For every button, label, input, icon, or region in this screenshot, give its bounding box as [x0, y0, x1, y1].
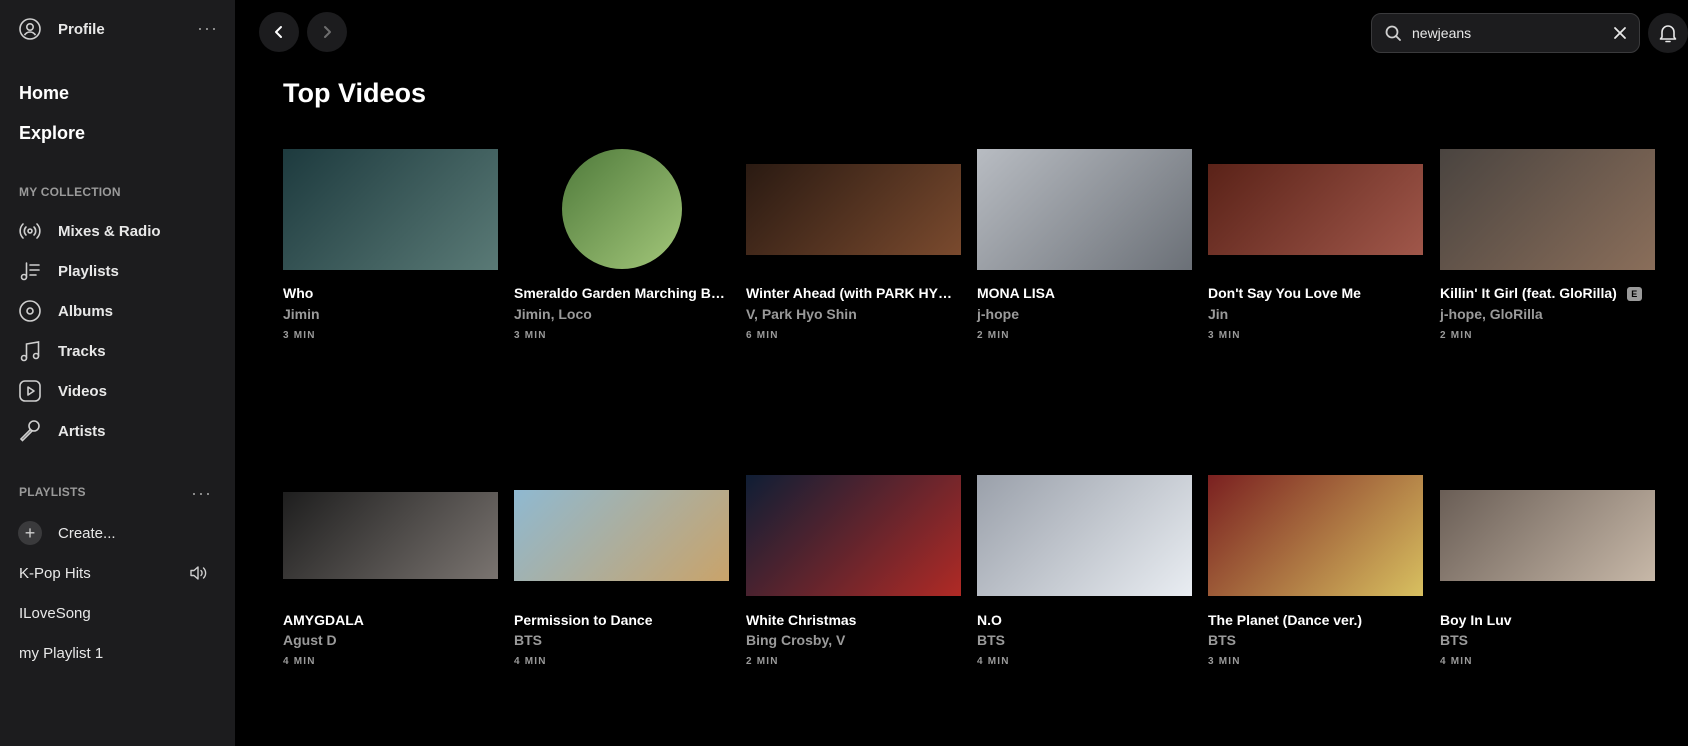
video-artist[interactable]: BTS — [1208, 632, 1236, 648]
explicit-badge: E — [1626, 287, 1642, 301]
video-thumbnail[interactable] — [746, 475, 961, 596]
video-artist[interactable]: Bing Crosby, V — [746, 632, 845, 648]
video-title-text: Killin' It Girl (feat. GloRilla) — [1440, 285, 1617, 301]
video-title[interactable]: White Christmas — [746, 612, 961, 628]
playlist-item[interactable]: my Playlist 1 — [19, 645, 103, 662]
video-artist[interactable]: BTS — [977, 632, 1005, 648]
video-title[interactable]: Who — [283, 285, 498, 301]
playlist-icon — [18, 259, 42, 283]
video-thumbnail[interactable] — [1208, 475, 1423, 596]
nav-explore[interactable]: Explore — [19, 123, 85, 144]
video-artist[interactable]: j-hope — [977, 306, 1019, 322]
video-artist[interactable]: BTS — [1440, 632, 1468, 648]
video-title[interactable]: The Planet (Dance ver.) — [1208, 612, 1423, 628]
video-duration: 6 MIN — [746, 330, 779, 341]
sidebar-item-label: Mixes & Radio — [58, 222, 161, 240]
video-duration: 4 MIN — [283, 656, 316, 667]
video-title[interactable]: Boy In Luv — [1440, 612, 1655, 628]
video-artist[interactable]: Jin — [1208, 306, 1228, 322]
sidebar-item-mixes-radio[interactable]: Mixes & Radio — [18, 217, 218, 245]
create-playlist-label: Create... — [58, 524, 116, 542]
video-artist[interactable]: Jimin, Loco — [514, 306, 592, 322]
sidebar-item-label: Albums — [58, 302, 114, 320]
page-title: Top Videos — [283, 78, 427, 108]
close-icon[interactable] — [1613, 26, 1627, 40]
bell-icon — [1659, 25, 1677, 43]
video-thumbnail[interactable] — [283, 492, 498, 579]
search-icon — [1385, 25, 1401, 41]
video-artist[interactable]: BTS — [514, 632, 542, 648]
speaker-icon — [190, 565, 208, 581]
chevron-left-icon — [275, 26, 282, 38]
video-duration: 4 MIN — [977, 656, 1010, 667]
user-icon — [18, 17, 42, 41]
video-duration: 3 MIN — [1208, 656, 1241, 667]
chevron-right-icon — [324, 26, 331, 38]
sidebar-item-videos[interactable]: Videos — [18, 377, 218, 405]
playlist-item[interactable]: K-Pop Hits — [19, 565, 91, 582]
playlists-heading: PLAYLISTS — [19, 485, 86, 499]
sidebar-item-tracks[interactable]: Tracks — [18, 337, 218, 365]
video-thumbnail[interactable] — [1208, 164, 1423, 255]
playlists-more-icon[interactable]: ··· — [191, 484, 212, 502]
video-artist[interactable]: Jimin — [283, 306, 320, 322]
search-box[interactable] — [1371, 13, 1640, 53]
video-title[interactable]: Permission to Dance — [514, 612, 729, 628]
video-title[interactable]: MONA LISA — [977, 285, 1192, 301]
profile-more-icon[interactable]: ··· — [197, 19, 218, 37]
sidebar: Profile ··· Home Explore MY COLLECTION M… — [0, 0, 235, 746]
video-duration: 3 MIN — [1208, 330, 1241, 341]
video-duration: 2 MIN — [977, 330, 1010, 341]
video-title[interactable]: AMYGDALA — [283, 612, 498, 628]
sidebar-item-artists[interactable]: Artists — [18, 417, 218, 445]
video-artist[interactable]: V, Park Hyo Shin — [746, 306, 857, 322]
video-artist[interactable]: Agust D — [283, 632, 337, 648]
album-icon — [18, 299, 42, 323]
plus-icon: + — [18, 521, 42, 545]
nav-home[interactable]: Home — [19, 83, 69, 104]
video-duration: 3 MIN — [283, 330, 316, 341]
video-duration: 4 MIN — [514, 656, 547, 667]
video-title[interactable]: N.O — [977, 612, 1192, 628]
search-input[interactable] — [1412, 25, 1602, 41]
video-thumbnail[interactable] — [283, 149, 498, 270]
sidebar-item-albums[interactable]: Albums — [18, 297, 218, 325]
notifications-button[interactable] — [1648, 13, 1688, 53]
music-note-icon — [18, 339, 42, 363]
create-playlist-button[interactable]: + Create... — [18, 521, 116, 545]
video-duration: 2 MIN — [746, 656, 779, 667]
video-thumbnail[interactable] — [746, 164, 961, 255]
video-duration: 2 MIN — [1440, 330, 1473, 341]
video-thumbnail[interactable] — [1440, 490, 1655, 581]
microphone-icon — [18, 419, 42, 443]
video-thumbnail[interactable] — [977, 149, 1192, 270]
sidebar-item-label: Videos — [58, 382, 107, 400]
video-title[interactable]: Smeraldo Garden Marching Band — [514, 285, 729, 301]
video-duration: 3 MIN — [514, 330, 547, 341]
profile-label: Profile — [58, 20, 105, 38]
video-thumbnail[interactable] — [977, 475, 1192, 596]
sidebar-item-label: Tracks — [58, 342, 106, 360]
video-artist[interactable]: j-hope, GloRilla — [1440, 306, 1543, 322]
video-thumbnail[interactable] — [514, 490, 729, 581]
sidebar-item-label: Playlists — [58, 262, 119, 280]
forward-button[interactable] — [307, 12, 347, 52]
video-title[interactable]: Killin' It Girl (feat. GloRilla) E — [1440, 285, 1645, 301]
video-play-icon — [18, 379, 42, 403]
collection-heading: MY COLLECTION — [19, 185, 121, 199]
video-thumbnail[interactable] — [562, 149, 682, 269]
profile-row[interactable]: Profile ··· — [18, 16, 218, 42]
video-title[interactable]: Winter Ahead (with PARK HYO SHIN) — [746, 285, 961, 301]
sidebar-item-label: Artists — [58, 422, 106, 440]
video-duration: 4 MIN — [1440, 656, 1473, 667]
playlist-item[interactable]: ILoveSong — [19, 605, 91, 622]
sidebar-item-playlists[interactable]: Playlists — [18, 257, 218, 285]
video-title[interactable]: Don't Say You Love Me — [1208, 285, 1423, 301]
back-button[interactable] — [259, 12, 299, 52]
video-thumbnail[interactable] — [1440, 149, 1655, 270]
radio-icon — [18, 219, 42, 243]
